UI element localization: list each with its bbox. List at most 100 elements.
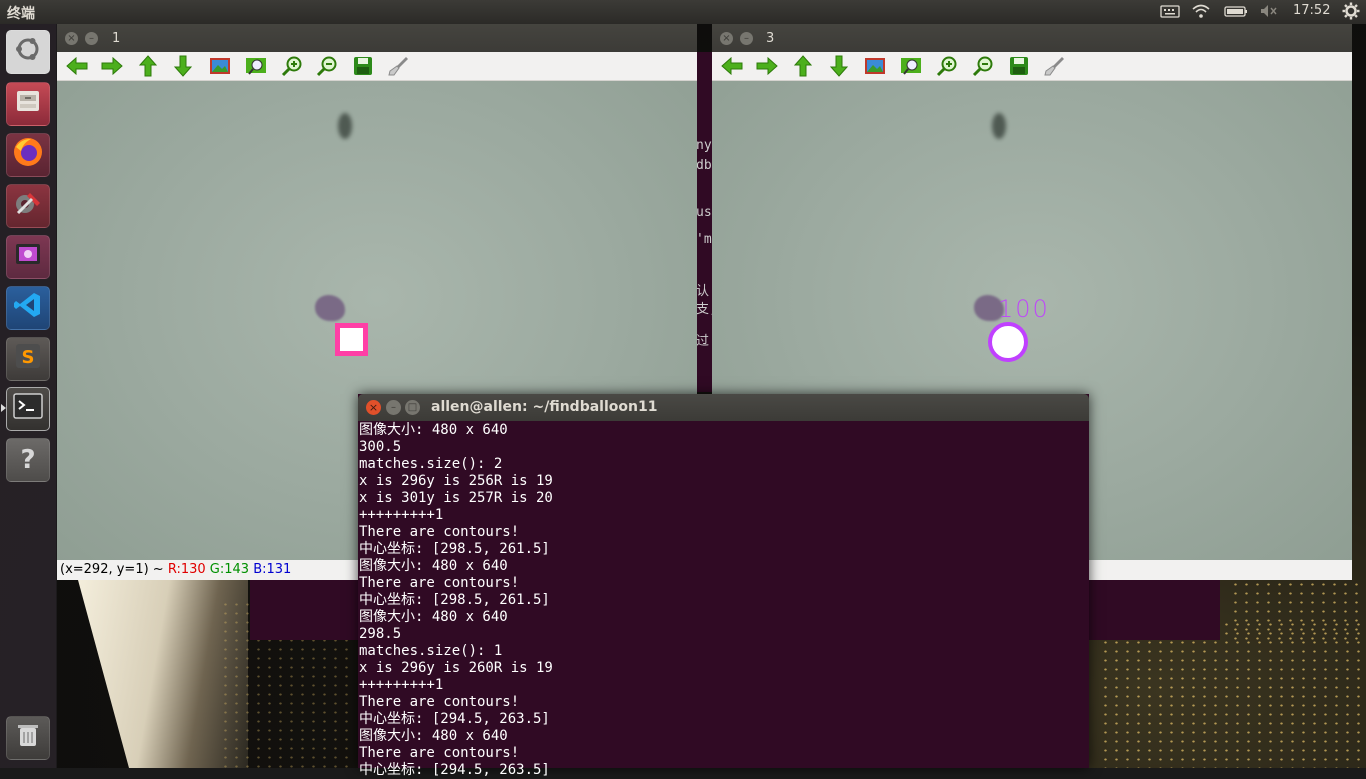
terminal-line: There are contours! bbox=[359, 745, 520, 761]
background-terminal-text: us bbox=[696, 205, 712, 220]
active-app-title: 终端 bbox=[7, 6, 35, 22]
terminal-line: 图像大小: 480 x 640 bbox=[359, 422, 508, 438]
dark-spot bbox=[992, 113, 1006, 139]
file-cabinet-icon bbox=[13, 86, 43, 122]
terminal-button[interactable] bbox=[6, 387, 50, 431]
vscode-button[interactable] bbox=[6, 286, 50, 330]
terminal-line: 图像大小: 480 x 640 bbox=[359, 609, 508, 625]
detection-marker-square bbox=[335, 323, 368, 356]
terminal-titlebar: × – □ allen@allen: ~/findballoon11 bbox=[358, 394, 1089, 421]
terminal-line: 298.5 bbox=[359, 626, 402, 642]
save-icon[interactable] bbox=[351, 55, 375, 77]
close-button[interactable]: × bbox=[366, 400, 381, 415]
firefox-icon bbox=[11, 135, 45, 175]
background-terminal-text: 支, bbox=[696, 302, 712, 317]
terminal-output[interactable]: 图像大小: 480 x 640 300.5 matches.size(): 2x i… bbox=[358, 421, 1089, 779]
zoom-fit-image-icon[interactable] bbox=[863, 55, 887, 77]
wallpaper-city-lights bbox=[1230, 580, 1360, 640]
zoom-out-icon[interactable] bbox=[315, 55, 339, 77]
cursor-coordinates: (x=292, y=1) ~ bbox=[60, 562, 168, 577]
terminal-line: There are contours! bbox=[359, 694, 520, 710]
terminal-line: 中心坐标: [298.5, 261.5] bbox=[359, 592, 550, 608]
terminal-icon bbox=[12, 392, 44, 426]
zoom-out-icon[interactable] bbox=[971, 55, 995, 77]
minimize-button[interactable]: – bbox=[85, 32, 98, 45]
terminal-line: 中心坐标: [298.5, 261.5] bbox=[359, 541, 550, 557]
firefox-button[interactable] bbox=[6, 133, 50, 177]
radius-label: 100 bbox=[998, 295, 1050, 323]
blue-value: B:131 bbox=[253, 562, 292, 577]
top-panel: 终端 17:52 bbox=[0, 0, 1366, 24]
toolbar bbox=[57, 52, 697, 81]
terminal-line: matches.size(): 1 bbox=[359, 643, 503, 659]
volume-muted-icon[interactable] bbox=[1259, 3, 1279, 23]
pan-right-icon[interactable] bbox=[755, 55, 779, 77]
terminal-title: allen@allen: ~/findballoon11 bbox=[431, 399, 658, 415]
zoom-in-icon[interactable] bbox=[935, 55, 959, 77]
files-button[interactable] bbox=[6, 82, 50, 126]
zoom-original-icon[interactable] bbox=[899, 55, 923, 77]
terminal-line: x is 296y is 256R is 19 bbox=[359, 473, 553, 489]
wifi-icon[interactable] bbox=[1191, 3, 1211, 23]
sublime-text-icon: S bbox=[13, 341, 43, 377]
close-button[interactable]: × bbox=[65, 32, 78, 45]
minimize-button[interactable]: – bbox=[740, 32, 753, 45]
dark-spot bbox=[338, 113, 352, 139]
titlebar: × – 3 bbox=[712, 24, 1352, 52]
question-mark-icon: ? bbox=[20, 445, 36, 475]
gear-icon[interactable] bbox=[1342, 2, 1360, 24]
save-icon[interactable] bbox=[1007, 55, 1031, 77]
terminal-line: +++++++++1 bbox=[359, 507, 444, 523]
properties-brush-icon[interactable] bbox=[1043, 55, 1067, 77]
zoom-in-icon[interactable] bbox=[280, 55, 304, 77]
video-player-button[interactable] bbox=[6, 235, 50, 279]
system-settings-button[interactable] bbox=[6, 184, 50, 228]
pan-left-icon[interactable] bbox=[720, 55, 744, 77]
pan-right-icon[interactable] bbox=[100, 55, 124, 77]
film-icon bbox=[12, 238, 44, 276]
pan-left-icon[interactable] bbox=[65, 55, 89, 77]
background-terminal-text: 'm bbox=[696, 232, 712, 247]
ubuntu-dash-button[interactable] bbox=[6, 30, 50, 74]
background-terminal-text: ny bbox=[696, 138, 712, 153]
wallpaper-city-lights bbox=[1100, 620, 1360, 768]
terminal-line: 图像大小: 480 x 640 bbox=[359, 728, 508, 744]
trash-button[interactable] bbox=[6, 716, 50, 760]
pan-up-icon[interactable] bbox=[136, 55, 160, 77]
red-value: R:130 bbox=[167, 562, 206, 577]
window-title: 3 bbox=[766, 31, 775, 46]
ubuntu-logo-icon bbox=[13, 34, 43, 70]
keyboard-icon[interactable] bbox=[1160, 3, 1180, 23]
background-terminal-text: db bbox=[696, 158, 712, 173]
maximize-button[interactable]: □ bbox=[405, 400, 420, 415]
battery-icon[interactable] bbox=[1224, 3, 1248, 23]
launcher: S ? bbox=[0, 24, 57, 768]
clock[interactable]: 17:52 bbox=[1293, 3, 1330, 18]
sublime-text-button[interactable]: S bbox=[6, 337, 50, 381]
terminal-line: 中心坐标: [294.5, 263.5] bbox=[359, 762, 550, 778]
terminal-line: 中心坐标: [294.5, 263.5] bbox=[359, 711, 550, 727]
terminal-line: +++++++++1 bbox=[359, 677, 444, 693]
pan-down-icon[interactable] bbox=[827, 55, 851, 77]
terminal-line: There are contours! bbox=[359, 575, 520, 591]
help-button[interactable]: ? bbox=[6, 438, 50, 482]
pan-down-icon[interactable] bbox=[171, 55, 195, 77]
terminal-line: matches.size(): 2 bbox=[359, 456, 503, 472]
settings-tools-icon bbox=[12, 187, 44, 225]
terminal-window[interactable]: × – □ allen@allen: ~/findballoon11 图像大小:… bbox=[358, 394, 1089, 778]
background-terminal-text: 认 bbox=[696, 284, 710, 299]
terminal-line: There are contours! bbox=[359, 524, 520, 540]
close-button[interactable]: × bbox=[720, 32, 733, 45]
vscode-icon bbox=[12, 289, 44, 327]
minimize-button[interactable]: – bbox=[386, 400, 401, 415]
terminal-line: x is 296y is 260R is 19 bbox=[359, 660, 553, 676]
zoom-fit-image-icon[interactable] bbox=[208, 55, 232, 77]
green-value: G:143 bbox=[209, 562, 250, 577]
properties-brush-icon[interactable] bbox=[387, 55, 411, 77]
target-object bbox=[315, 295, 345, 321]
zoom-original-icon[interactable] bbox=[244, 55, 268, 77]
terminal-line: x is 301y is 257R is 20 bbox=[359, 490, 553, 506]
toolbar bbox=[712, 52, 1352, 81]
terminal-line: 图像大小: 480 x 640 bbox=[359, 558, 508, 574]
pan-up-icon[interactable] bbox=[791, 55, 815, 77]
